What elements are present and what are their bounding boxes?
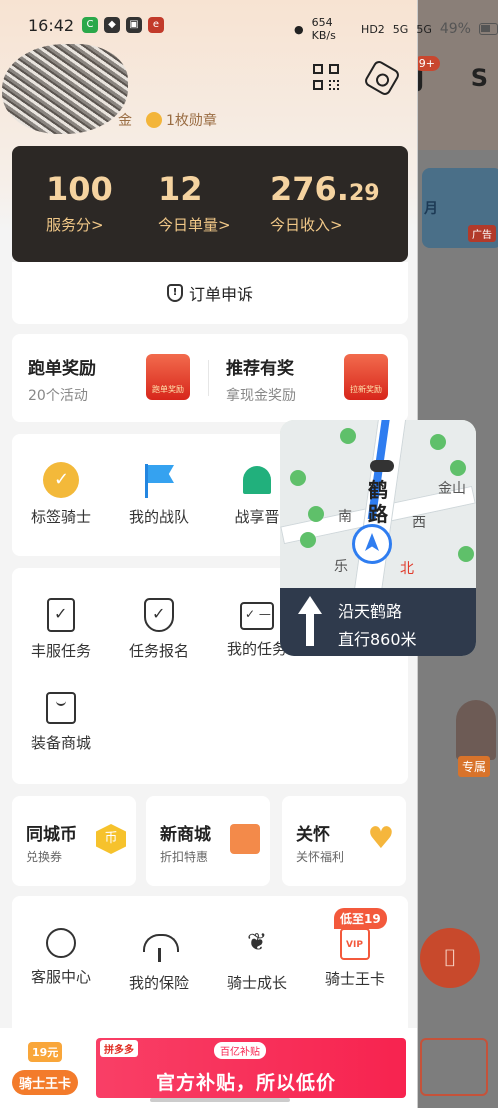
- gallery-notification-icon: ▣: [126, 17, 142, 33]
- heart-icon: ♥: [367, 821, 395, 856]
- rider-king-card-label: 骑士王卡: [12, 1070, 78, 1095]
- avatar[interactable]: [2, 44, 128, 134]
- new-mall-card[interactable]: 新商城 折扣特惠: [146, 796, 270, 886]
- customer-service-item[interactable]: 客服中心: [12, 928, 110, 987]
- referral-reward[interactable]: 推荐有奖 拿现金奖励: [226, 354, 296, 405]
- map-label-jinshan: 金山: [438, 481, 466, 497]
- app-notification-icon: C: [82, 17, 98, 33]
- run-reward-image: 跑单奖励: [146, 354, 190, 400]
- stats-card: 100 服务分> 12 今日单量> 276.29 今日收入>: [12, 146, 408, 262]
- run-reward[interactable]: 跑单奖励 20个活动: [28, 354, 96, 405]
- clipboard-check-icon: [47, 598, 75, 632]
- equipment-store-item[interactable]: 装备商城: [12, 692, 110, 753]
- background-scan-icon: ⌷: [420, 928, 480, 988]
- task-signup-item[interactable]: 任务报名: [110, 598, 208, 661]
- my-insurance-item[interactable]: 我的保险: [110, 928, 208, 993]
- today-income-value: 276.29: [270, 170, 380, 208]
- rewards-card: 跑单奖励 20个活动 跑单奖励 推荐有奖 拿现金奖励 拉新奖励: [12, 334, 408, 422]
- status-bar: 16:42 C ◆ ▣ e ● 654 KB/s HD2 5G 5G 49%: [0, 0, 498, 50]
- car-position-icon: [352, 524, 392, 564]
- background-banner: 月 广告: [422, 168, 498, 248]
- medal-count[interactable]: 1枚勋章: [146, 110, 217, 130]
- net-speed: 654 KB/s: [311, 16, 336, 42]
- my-team-item[interactable]: 我的战队: [110, 462, 208, 527]
- status-right: ● 654 KB/s HD2 5G 5G 49%: [294, 16, 498, 42]
- care-card[interactable]: 关怀 关怀福利 ♥: [282, 796, 406, 886]
- background-badge: 9+: [416, 56, 440, 71]
- bottom-ad-banner[interactable]: 19元 骑士王卡 拼多多 百亿补贴 官方补贴，所以低价: [0, 1028, 417, 1108]
- rider-growth-item[interactable]: 骑士成长: [208, 928, 306, 993]
- coin-icon: 币: [96, 824, 126, 854]
- task-list-icon: [240, 602, 274, 630]
- app2-notification-icon: e: [148, 17, 164, 33]
- rider-king-card-item[interactable]: 骑士王卡: [306, 928, 404, 989]
- vip-card-icon: [340, 928, 370, 960]
- headset-icon: [46, 928, 76, 958]
- map-street-name: 鹤路: [368, 478, 388, 526]
- medal-icon: [146, 112, 162, 128]
- pinduoduo-ad[interactable]: 拼多多 百亿补贴 官方补贴，所以低价: [96, 1038, 406, 1098]
- today-income[interactable]: 276.29 今日收入>: [270, 170, 380, 235]
- divider: [208, 360, 209, 396]
- ad-headline: 官方补贴，所以低价: [156, 1072, 337, 1094]
- location-icon: ●: [294, 22, 304, 36]
- city-coin-card[interactable]: 同城币 兑换券 币: [12, 796, 136, 886]
- map-label-north: 北: [400, 561, 414, 577]
- today-orders-value: 12: [158, 170, 203, 208]
- today-orders-label: 今日单量>: [158, 216, 231, 234]
- nav-instruction: 沿天鹤路 直行860米: [280, 588, 476, 656]
- qr-code-icon[interactable]: [313, 64, 341, 92]
- service-task-item[interactable]: 丰服任务: [12, 598, 110, 661]
- background-person-image: [456, 700, 496, 760]
- navigation-floating-window[interactable]: 金山 南 西 北 乐 鹤路 沿天鹤路 直行860米: [280, 420, 476, 656]
- nav-street: 沿天鹤路: [338, 602, 403, 621]
- map-label-south: 南: [338, 509, 352, 525]
- service-score-label: 服务分>: [46, 216, 104, 234]
- today-orders[interactable]: 12 今日单量>: [158, 170, 231, 235]
- signal-1: 5G: [392, 22, 409, 36]
- appeal-icon: !: [166, 284, 183, 302]
- referral-reward-image: 拉新奖励: [344, 354, 388, 400]
- straight-arrow-icon: [298, 596, 322, 648]
- background-box: [420, 1038, 488, 1096]
- subsidy-tag: 百亿补贴: [214, 1042, 266, 1059]
- rider-king-card-ad[interactable]: 19元 骑士王卡: [10, 1040, 82, 1102]
- price-chip: 19元: [28, 1042, 63, 1062]
- shopping-bag-icon: [46, 692, 76, 724]
- pinduoduo-logo: 拼多多: [100, 1040, 138, 1057]
- nav-direction: 直行860米: [338, 630, 417, 649]
- medal-label: 1枚勋章: [166, 113, 217, 129]
- hd-indicator: HD2: [361, 22, 385, 36]
- map-label-west: 西: [412, 515, 426, 531]
- traffic-light-icon: [370, 460, 394, 472]
- shield-notification-icon: ◆: [104, 17, 120, 33]
- tag-rider-item[interactable]: 标签骑士: [12, 462, 110, 527]
- nav-map[interactable]: 金山 南 西 北 乐 鹤路: [280, 420, 476, 611]
- mall-bag-icon: [230, 824, 260, 854]
- flag-icon: [141, 462, 177, 498]
- bell-icon: [239, 462, 275, 498]
- shield-check-icon: [144, 598, 174, 632]
- medal-badge-icon: [43, 462, 79, 498]
- clock: 16:42: [28, 16, 75, 35]
- today-income-label: 今日收入>: [270, 216, 343, 234]
- background-settings-icon: S: [470, 64, 488, 92]
- home-indicator[interactable]: [150, 1098, 290, 1102]
- battery-percent: 49%: [439, 21, 471, 37]
- service-score-value: 100: [46, 170, 113, 208]
- price-badge: 低至19: [334, 908, 387, 929]
- gold-label: 金: [118, 113, 132, 129]
- service-score[interactable]: 100 服务分>: [46, 170, 113, 235]
- map-label-le: 乐: [334, 559, 348, 575]
- order-appeal-button[interactable]: ! 订单申诉: [12, 262, 408, 324]
- order-appeal-label: 订单申诉: [188, 285, 253, 304]
- background-exclusive-label: 专属: [458, 756, 491, 777]
- sprout-icon: [239, 928, 275, 964]
- battery-icon: [478, 23, 498, 35]
- umbrella-icon: [141, 928, 179, 964]
- signal-2: 5G: [416, 22, 432, 36]
